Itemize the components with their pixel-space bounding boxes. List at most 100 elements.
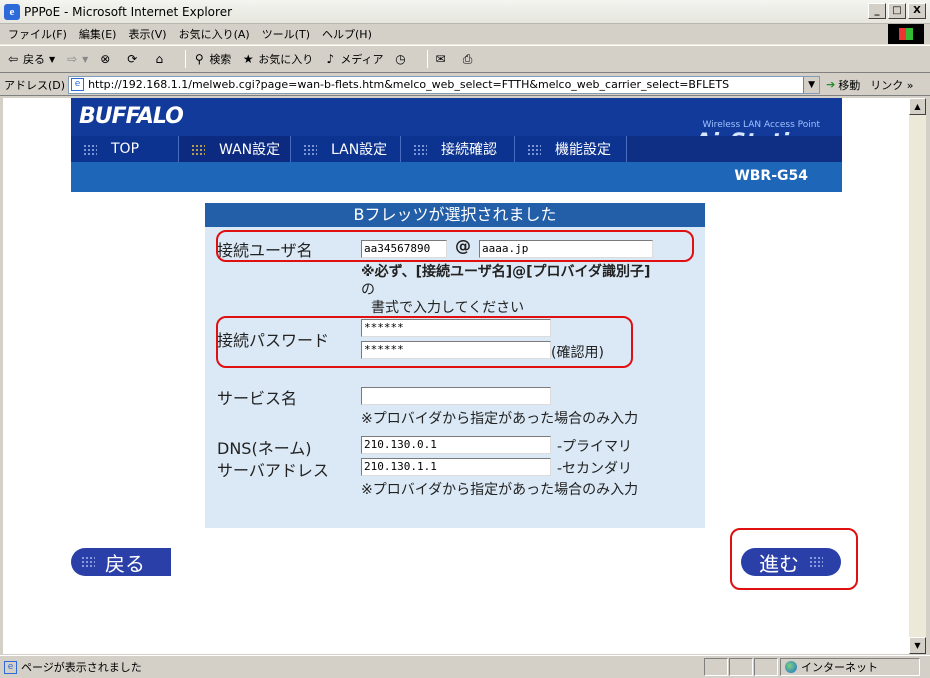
back-toolbar-button[interactable]: ⇦ 戻る ▼ bbox=[6, 51, 55, 67]
print-icon: ⎙ bbox=[462, 52, 473, 66]
dns-label-line2: サーバアドレス bbox=[217, 461, 329, 480]
maximize-button[interactable]: □ bbox=[888, 3, 906, 19]
refresh-button[interactable]: ⟳ bbox=[125, 52, 142, 66]
back-button-label: 戻る bbox=[105, 551, 145, 576]
tab-connection-check[interactable]: 接続確認 bbox=[401, 136, 515, 162]
history-button[interactable]: ◷ bbox=[394, 52, 411, 66]
toolbar: ⇦ 戻る ▼ ⇨ ▼ ⊗ ⟳ ⌂ ⚲ 検索 ★ お気に入り ♪ メディア ◷ ✉ ⎙ bbox=[0, 45, 930, 73]
service-note: ※プロバイダから指定があった場合のみ入力 bbox=[361, 411, 639, 427]
menu-favorites[interactable]: お気に入り(A) bbox=[179, 26, 250, 42]
back-toolbar-label: 戻る bbox=[23, 53, 45, 66]
dns-primary-input[interactable]: 210.130.0.1 bbox=[361, 436, 551, 454]
status-text: ページが表示されました bbox=[21, 661, 142, 674]
refresh-icon: ⟳ bbox=[127, 52, 138, 66]
media-toolbar-button[interactable]: ♪ メディア bbox=[323, 51, 383, 67]
back-arrow-icon: ⇦ bbox=[7, 52, 19, 66]
dropdown-arrow-icon[interactable]: ▼ bbox=[49, 55, 55, 64]
window-title: PPPoE - Microsoft Internet Explorer bbox=[24, 4, 233, 19]
address-url: http://192.168.1.1/melweb.cgi?page=wan-b… bbox=[88, 78, 730, 91]
ie-icon: e bbox=[4, 3, 20, 20]
zone-label: インターネット bbox=[801, 661, 878, 674]
favorites-toolbar-label: お気に入り bbox=[258, 53, 314, 66]
windows-logo-icon bbox=[888, 24, 924, 44]
menu-edit[interactable]: 編集(E) bbox=[79, 26, 117, 42]
tab-function-settings[interactable]: 機能設定 bbox=[515, 136, 627, 162]
dns-note: ※プロバイダから指定があった場合のみ入力 bbox=[361, 482, 639, 498]
buffalo-logo: BUFFALO bbox=[79, 104, 184, 129]
service-name-input[interactable] bbox=[361, 387, 551, 405]
security-zone: インターネット bbox=[780, 658, 920, 676]
service-name-label: サービス名 bbox=[217, 389, 298, 408]
dns-secondary-input[interactable]: 210.130.1.1 bbox=[361, 458, 551, 476]
toolbar-separator bbox=[426, 50, 428, 68]
page-icon: e bbox=[4, 660, 17, 674]
grid-icon bbox=[303, 143, 317, 155]
menu-view[interactable]: 表示(V) bbox=[128, 26, 166, 42]
favorites-toolbar-button[interactable]: ★ お気に入り bbox=[241, 51, 313, 67]
tab-lan-label: LAN設定 bbox=[331, 142, 388, 158]
menu-file[interactable]: ファイル(F) bbox=[8, 26, 67, 42]
password-highlight bbox=[216, 316, 633, 368]
grid-icon bbox=[809, 556, 823, 568]
tab-function-label: 機能設定 bbox=[555, 142, 611, 158]
tab-top[interactable]: TOP bbox=[71, 136, 179, 162]
search-icon: ⚲ bbox=[194, 52, 204, 66]
close-button[interactable]: X bbox=[908, 3, 926, 19]
menu-tools[interactable]: ツール(T) bbox=[262, 26, 310, 42]
grid-icon bbox=[527, 143, 541, 155]
mail-icon: ✉ bbox=[435, 52, 446, 66]
page-icon: e bbox=[71, 78, 85, 91]
router-header: BUFFALO Wireless LAN Access Point AirSta… bbox=[71, 98, 842, 192]
address-dropdown-icon[interactable]: ▼ bbox=[803, 76, 820, 93]
go-button[interactable]: ➔ 移動 bbox=[826, 77, 860, 93]
dns-secondary-note: -セカンダリ bbox=[557, 461, 633, 477]
print-button[interactable]: ⎙ bbox=[461, 52, 478, 66]
mail-button[interactable]: ✉ bbox=[434, 52, 451, 66]
scroll-down-icon[interactable]: ▼ bbox=[909, 637, 926, 654]
forward-arrow-icon: ⇨ bbox=[67, 52, 78, 66]
home-button[interactable]: ⌂ bbox=[152, 52, 169, 66]
user-name-highlight bbox=[216, 230, 694, 262]
dns-primary-note: -プライマリ bbox=[557, 439, 633, 455]
forward-toolbar-button[interactable]: ⇨ ▼ bbox=[65, 52, 88, 66]
dropdown-arrow-icon[interactable]: ▼ bbox=[82, 55, 88, 64]
history-icon: ◷ bbox=[395, 52, 406, 66]
vertical-scrollbar[interactable]: ▲ ▼ bbox=[909, 98, 926, 654]
home-icon: ⌂ bbox=[155, 52, 164, 66]
media-toolbar-label: メディア bbox=[340, 53, 384, 66]
tab-lan-settings[interactable]: LAN設定 bbox=[291, 136, 401, 162]
address-label: アドレス(D) bbox=[4, 78, 66, 92]
tab-connection-label: 接続確認 bbox=[441, 142, 497, 158]
grid-icon bbox=[191, 143, 205, 155]
dns-label-line1: DNS(ネーム) bbox=[217, 439, 312, 458]
links-button[interactable]: リンク » bbox=[870, 77, 913, 93]
search-toolbar-label: 検索 bbox=[209, 53, 232, 66]
next-button-label: 進む bbox=[759, 551, 799, 576]
scroll-up-icon[interactable]: ▲ bbox=[909, 98, 926, 115]
user-note-3: 書式で入力してください bbox=[371, 300, 525, 316]
menu-help[interactable]: ヘルプ(H) bbox=[322, 26, 372, 42]
menu-bar: ファイル(F) 編集(E) 表示(V) お気に入り(A) ツール(T) ヘルプ(… bbox=[0, 24, 930, 45]
status-cell bbox=[754, 658, 778, 676]
address-input[interactable]: e http://192.168.1.1/melweb.cgi?page=wan… bbox=[68, 75, 821, 94]
next-button[interactable]: 進む bbox=[741, 548, 841, 576]
favorites-icon: ★ bbox=[242, 52, 254, 66]
status-cell bbox=[729, 658, 753, 676]
tab-wan-settings[interactable]: WAN設定 bbox=[179, 136, 291, 162]
user-note-2: の bbox=[361, 282, 375, 298]
search-toolbar-button[interactable]: ⚲ 検索 bbox=[192, 51, 231, 67]
tab-top-label: TOP bbox=[111, 141, 140, 157]
stop-button[interactable]: ⊗ bbox=[98, 52, 115, 66]
globe-icon bbox=[785, 661, 797, 673]
nav-tabs: TOP WAN設定 LAN設定 接続確認 機能設定 bbox=[71, 136, 842, 162]
wlan-text: Wireless LAN Access Point bbox=[702, 120, 820, 130]
grid-icon bbox=[81, 556, 95, 568]
grid-icon bbox=[413, 143, 427, 155]
go-arrow-icon: ➔ bbox=[826, 78, 836, 91]
status-bar: e ページが表示されました インターネット bbox=[0, 655, 930, 678]
title-bar: e PPPoE - Microsoft Internet Explorer _ … bbox=[0, 0, 930, 24]
model-name: WBR-G54 bbox=[734, 168, 808, 184]
minimize-button[interactable]: _ bbox=[868, 3, 886, 19]
back-button[interactable]: 戻る bbox=[71, 548, 171, 576]
address-bar: アドレス(D) e http://192.168.1.1/melweb.cgi?… bbox=[0, 74, 930, 96]
